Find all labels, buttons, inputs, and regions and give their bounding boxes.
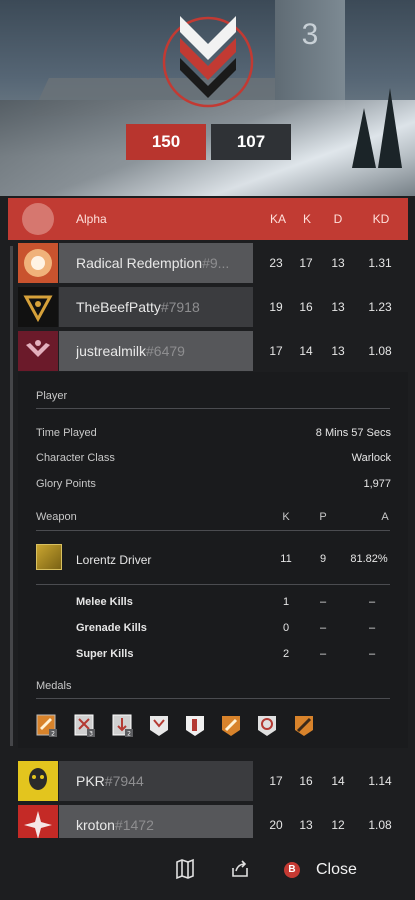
character-class-value: Warlock: [351, 452, 391, 464]
weapon-icon[interactable]: [36, 544, 62, 570]
player-k: 16: [299, 300, 313, 314]
medal-icon[interactable]: 3: [74, 714, 96, 738]
melee-kills-p: –: [319, 596, 327, 608]
player-k: 14: [299, 344, 313, 358]
super-kills-label: Super Kills: [76, 648, 134, 660]
player-k: 13: [299, 818, 313, 832]
player-name: TheBeefPatty#7918: [76, 299, 200, 315]
melee-kills-a: –: [368, 596, 376, 608]
team-emblem-icon: [22, 203, 54, 235]
medal-icon[interactable]: 2: [112, 714, 134, 738]
expanded-indicator-bar: [10, 246, 13, 746]
player-row[interactable]: TheBeefPatty#7918 19 16 13 1.23: [18, 287, 408, 327]
player-name: kroton#1472: [76, 817, 154, 833]
player-section-title: Player: [36, 390, 68, 402]
glory-points-label: Glory Points: [36, 478, 96, 490]
crucible-emblem-icon: [162, 16, 254, 108]
hero-tower-number: 3: [301, 18, 319, 51]
svg-text:2: 2: [127, 731, 131, 738]
super-kills-k: 2: [282, 648, 290, 660]
player-emblem-icon: [18, 761, 58, 801]
weapon-k-header: K: [282, 511, 290, 523]
b-button-icon: B: [284, 862, 300, 878]
grenade-kills-p: –: [319, 622, 327, 634]
player-kd: 1.08: [368, 344, 392, 358]
divider: [36, 584, 390, 585]
super-kills-p: –: [319, 648, 327, 660]
share-icon[interactable]: [229, 858, 251, 880]
divider: [36, 698, 390, 699]
player-row[interactable]: Radical Redemption#9... 23 17 13 1.31: [18, 243, 408, 283]
player-d: 14: [331, 774, 345, 788]
grenade-kills-a: –: [368, 622, 376, 634]
column-d-header: D: [333, 212, 343, 226]
player-d: 13: [331, 256, 345, 270]
character-class-label: Character Class: [36, 452, 115, 464]
player-name: Radical Redemption#9...: [76, 255, 230, 271]
team-name: Alpha: [76, 212, 107, 226]
player-kd: 1.14: [368, 774, 392, 788]
player-k: 16: [299, 774, 313, 788]
team-alpha-score: 150: [126, 124, 206, 160]
medal-icon[interactable]: [184, 714, 206, 738]
grenade-kills-label: Grenade Kills: [76, 622, 147, 634]
weapon-p-header: P: [319, 511, 327, 523]
player-emblem-icon: [18, 331, 58, 371]
player-kd: 1.31: [368, 256, 392, 270]
super-kills-a: –: [368, 648, 376, 660]
medal-icon[interactable]: [220, 714, 242, 738]
weapon-kills: 11: [280, 553, 292, 565]
player-name: justrealmilk#6479: [76, 343, 185, 359]
hero-banner: 3 150 107: [0, 0, 415, 196]
player-row-selected[interactable]: justrealmilk#6479 17 14 13 1.08: [18, 331, 408, 371]
svg-text:3: 3: [89, 731, 93, 738]
player-emblem-icon: [18, 243, 58, 283]
melee-kills-k: 1: [282, 596, 290, 608]
bottom-action-bar: B Close: [0, 838, 415, 900]
time-played-label: Time Played: [36, 427, 97, 439]
medal-icon[interactable]: 2: [36, 714, 58, 738]
weapon-name: Lorentz Driver: [76, 553, 152, 567]
divider: [36, 530, 390, 531]
weapon-accuracy: 81.82%: [350, 553, 388, 565]
weapon-section-title: Weapon: [36, 511, 77, 523]
player-d: 13: [331, 300, 345, 314]
svg-text:2: 2: [51, 731, 55, 738]
team-bravo-score: 107: [211, 124, 291, 160]
grenade-kills-k: 0: [282, 622, 290, 634]
column-kd-header: KD: [372, 212, 390, 226]
player-d: 13: [331, 344, 345, 358]
player-kd: 1.23: [368, 300, 392, 314]
weapon-a-header: A: [381, 511, 389, 523]
time-played-value: 8 Mins 57 Secs: [315, 427, 391, 439]
close-label: Close: [316, 861, 357, 878]
glory-points-value: 1,977: [363, 478, 391, 490]
map-icon[interactable]: [174, 858, 196, 880]
medal-icon[interactable]: [256, 714, 278, 738]
tree-shape: [378, 88, 402, 168]
divider: [36, 408, 390, 409]
player-k: 17: [299, 256, 313, 270]
player-kd: 1.08: [368, 818, 392, 832]
melee-kills-label: Melee Kills: [76, 596, 133, 608]
player-name: PKR#7944: [76, 773, 144, 789]
close-button[interactable]: B Close: [284, 858, 357, 882]
tree-shape: [352, 108, 376, 168]
medals-section-title: Medals: [36, 680, 72, 692]
medal-icon[interactable]: [293, 714, 315, 738]
weapon-precision: 9: [319, 553, 327, 565]
player-row[interactable]: PKR#7944 17 16 14 1.14: [18, 761, 408, 801]
hero-tower: 3: [275, 0, 345, 110]
team-header: Alpha KA K D KD: [8, 198, 408, 240]
player-d: 12: [331, 818, 345, 832]
player-emblem-icon: [18, 287, 58, 327]
medal-icon[interactable]: [148, 714, 170, 738]
